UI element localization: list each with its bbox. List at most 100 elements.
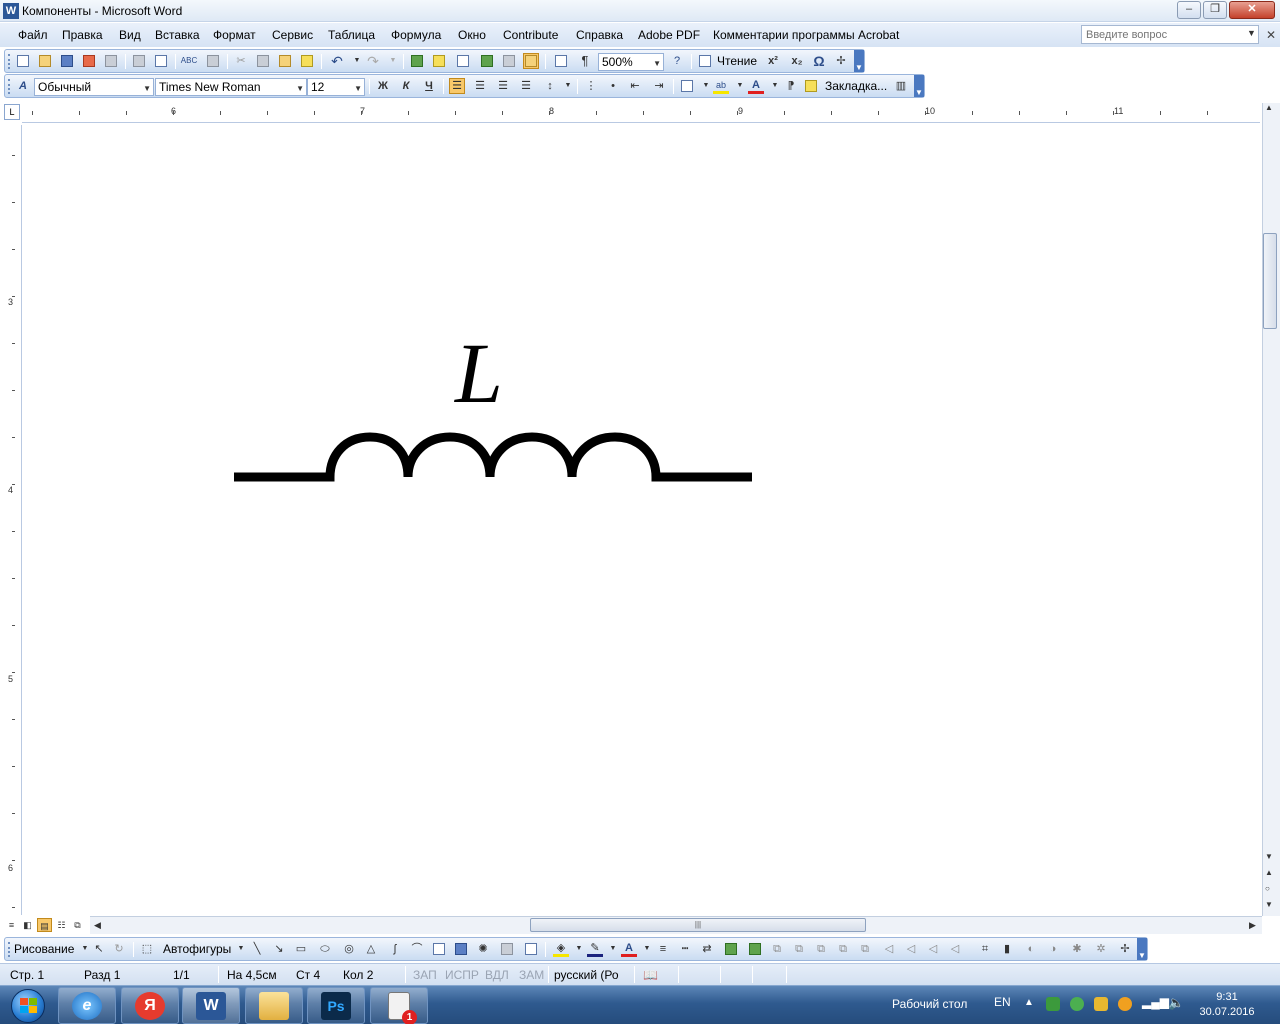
diagram-tool-icon[interactable]: ◎	[341, 941, 357, 957]
font-color-dropdown-icon[interactable]: ▼	[767, 78, 783, 94]
font-color-button[interactable]: A	[748, 78, 764, 94]
toolbar-grip[interactable]	[8, 54, 11, 69]
drawing-font-color-icon[interactable]: A	[621, 941, 637, 957]
email-button[interactable]	[103, 53, 119, 69]
order-icon[interactable]: ▮	[999, 941, 1015, 957]
inductor-symbol[interactable]	[230, 425, 760, 495]
horizontal-ruler[interactable]: 6 7 8 9 10 11	[22, 103, 1260, 123]
edit-points-icon[interactable]: ⌗	[977, 941, 993, 957]
italic-button[interactable]: К	[398, 78, 414, 94]
menu-adobe-pdf[interactable]: Adobe PDF	[638, 28, 700, 42]
shape-settings-icon[interactable]: ✲	[1093, 941, 1109, 957]
line-spacing-button[interactable]: ↕	[542, 78, 558, 94]
insert-picture-icon[interactable]	[499, 941, 515, 957]
toolbar-overflow-button[interactable]: ▼	[1137, 938, 1147, 960]
flip-icon[interactable]: ◁	[925, 941, 941, 957]
help-dropdown-icon[interactable]: ▼	[1247, 28, 1256, 38]
align-center-button[interactable]: ☰	[472, 78, 488, 94]
close-document-icon[interactable]: ✕	[1266, 28, 1276, 42]
highlight-dropdown-icon[interactable]: ▼	[732, 78, 748, 94]
help-button[interactable]: ?	[669, 53, 685, 69]
system-clock[interactable]: 9:31 30.07.2016	[1196, 990, 1258, 1020]
ungroup-icon[interactable]: ⧉	[791, 941, 807, 957]
inductor-label[interactable]: L	[455, 328, 503, 418]
toolbar-overflow-button[interactable]: ▼	[854, 50, 864, 72]
subscript-button[interactable]: x₂	[789, 53, 805, 69]
insert-excel-button[interactable]	[479, 53, 495, 69]
select-objects-icon[interactable]: ↖	[91, 941, 107, 957]
paste-button[interactable]	[277, 53, 293, 69]
autoshapes-dropdown-icon[interactable]: ▼	[233, 941, 249, 957]
draw-menu-button[interactable]: Рисование	[14, 942, 74, 956]
taskbar-photoshop[interactable]: Ps	[307, 987, 365, 1024]
fill-color-icon[interactable]: ◈	[553, 941, 569, 957]
close-button[interactable]: ✕	[1229, 1, 1275, 19]
next-page-icon[interactable]: ▼	[1265, 900, 1273, 909]
scroll-left-icon[interactable]: ◀	[90, 918, 105, 932]
insert-image-icon[interactable]	[523, 941, 539, 957]
bring-forward-icon[interactable]: ⧉	[813, 941, 829, 957]
show-hidden-icons-icon[interactable]: ▲	[1024, 997, 1034, 1008]
menu-edit[interactable]: Правка	[62, 28, 103, 42]
print-preview-button[interactable]	[153, 53, 169, 69]
dash-style-icon[interactable]: ┅	[677, 941, 693, 957]
reading-view-icon[interactable]: ⧉	[70, 918, 85, 932]
format-painter-button[interactable]	[299, 53, 315, 69]
align-left-button[interactable]: ☰	[449, 78, 465, 94]
taskbar-file-explorer[interactable]	[245, 987, 303, 1024]
align-right-button[interactable]: ☰	[495, 78, 511, 94]
menu-formula[interactable]: Формула	[391, 28, 441, 42]
decrease-indent-button[interactable]: ⇤	[627, 78, 643, 94]
tab-selector[interactable]: L	[4, 104, 20, 120]
toolbar-options-icon[interactable]: ✢	[1117, 941, 1133, 957]
taskbar-notification-document[interactable]: 1	[370, 987, 428, 1024]
outline-view-icon[interactable]: ☷	[54, 918, 69, 932]
menu-contribute[interactable]: Contribute	[503, 28, 558, 42]
send-backward-icon[interactable]: ⧉	[835, 941, 851, 957]
web-view-icon[interactable]: ◧	[20, 918, 35, 932]
paragraph-marks-icon[interactable]: ⁋	[783, 78, 799, 94]
normal-view-icon[interactable]: ≡	[4, 918, 19, 932]
save-button[interactable]	[59, 53, 75, 69]
minimize-button[interactable]: –	[1177, 1, 1201, 19]
line-style-icon[interactable]: ≡	[655, 941, 671, 957]
document-map-button[interactable]	[553, 53, 569, 69]
fill-color-dropdown-icon[interactable]: ▼	[571, 941, 587, 957]
menu-file[interactable]: Файл	[18, 28, 48, 42]
select-browse-object-icon[interactable]: ○	[1265, 884, 1270, 893]
autoshapes-button[interactable]: Автофигуры	[163, 942, 231, 956]
copy-button[interactable]	[255, 53, 271, 69]
status-overtype[interactable]: ЗАМ	[519, 968, 544, 982]
previous-page-icon[interactable]: ▲	[1265, 868, 1273, 877]
line-color-icon[interactable]: ✎	[587, 941, 603, 957]
volume-icon[interactable]: 🔈	[1168, 995, 1184, 1011]
distribute-icon[interactable]: ◁	[903, 941, 919, 957]
group-icon[interactable]: ⧉	[769, 941, 785, 957]
vertical-scrollbar[interactable]	[1262, 103, 1280, 916]
underline-button[interactable]: Ч	[421, 78, 437, 94]
increase-indent-button[interactable]: ⇥	[651, 78, 667, 94]
arrow-tool-icon[interactable]: ↘	[271, 941, 287, 957]
font-select[interactable]: Times New Roman ▼	[155, 78, 307, 96]
horizontal-scroll-thumb[interactable]: |||	[530, 918, 866, 932]
3d-style-icon[interactable]	[747, 941, 763, 957]
menu-tools[interactable]: Сервис	[272, 28, 313, 42]
scroll-down-icon[interactable]: ▼	[1265, 852, 1273, 861]
desktop-toolbar-label[interactable]: Рабочий стол	[892, 997, 967, 1011]
borders-button[interactable]	[679, 78, 695, 94]
zoom-select[interactable]: 500% ▼	[598, 53, 664, 71]
status-record-macro[interactable]: ЗАП	[413, 968, 437, 982]
columns-button[interactable]	[501, 53, 517, 69]
open-button[interactable]	[37, 53, 53, 69]
numbering-button[interactable]: ⋮	[583, 78, 599, 94]
wordart-icon[interactable]	[453, 941, 469, 957]
taskbar-internet-explorer[interactable]: e	[58, 987, 116, 1024]
text-box-icon[interactable]	[431, 941, 447, 957]
line-spacing-dropdown-icon[interactable]: ▼	[560, 78, 576, 94]
menu-insert[interactable]: Вставка	[155, 28, 200, 42]
text-wrap-icon[interactable]: ◐	[1023, 941, 1039, 957]
highlight-button[interactable]: ab	[713, 78, 729, 94]
reading-layout-button[interactable]: Чтение	[717, 54, 757, 68]
bookmark-button[interactable]: Закладка...	[825, 79, 887, 93]
document-page[interactable]	[23, 124, 1260, 916]
